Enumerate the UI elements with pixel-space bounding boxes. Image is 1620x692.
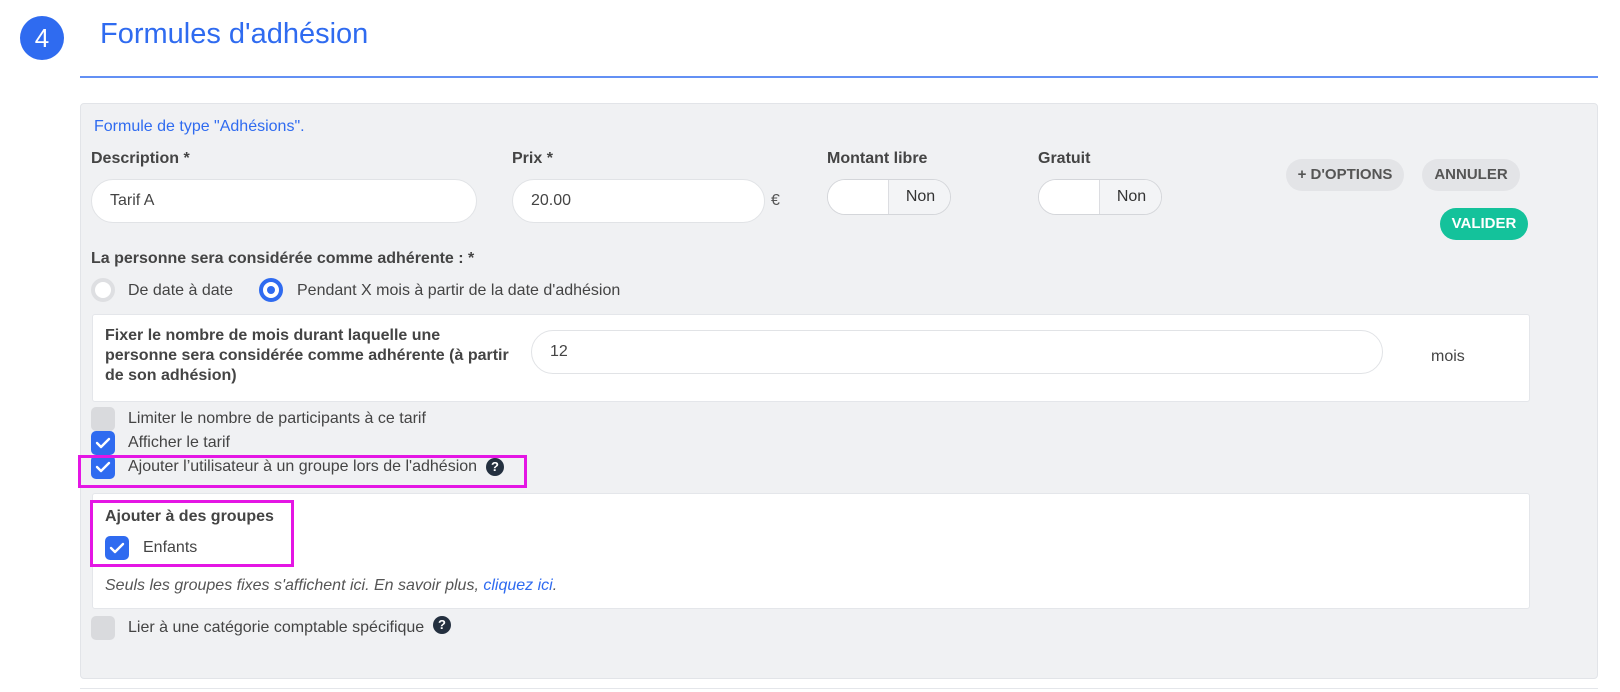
formula-type-text: Formule de type "Adhésions". bbox=[94, 118, 305, 135]
check-icon bbox=[95, 437, 111, 449]
months-label: Fixer le nombre de mois durant laquelle … bbox=[105, 327, 509, 384]
radio-date-to-date[interactable] bbox=[91, 278, 115, 302]
show-price-label[interactable]: Afficher le tarif bbox=[128, 434, 230, 452]
free-label: Gratuit bbox=[1038, 150, 1091, 167]
formula-panel: Formule de type "Adhésions". Description… bbox=[80, 103, 1598, 679]
free-amount-state: Non bbox=[888, 180, 950, 214]
groups-hint-text: Seuls les groupes fixes s'affichent ici.… bbox=[105, 577, 484, 594]
free-state: Non bbox=[1099, 180, 1161, 214]
cancel-button[interactable]: ANNULER bbox=[1422, 159, 1520, 191]
price-input[interactable]: 20.00 bbox=[512, 179, 765, 223]
description-input[interactable]: Tarif A bbox=[91, 179, 477, 223]
months-box: Fixer le nombre de mois durant laquelle … bbox=[92, 314, 1530, 402]
accounting-category-label[interactable]: Lier à une catégorie comptable spécifiqu… bbox=[128, 619, 424, 637]
step-number-badge: 4 bbox=[20, 16, 64, 60]
free-toggle[interactable]: Non bbox=[1038, 179, 1162, 215]
radio-date-to-date-label[interactable]: De date à date bbox=[128, 282, 233, 300]
description-label: Description * bbox=[91, 150, 190, 167]
free-amount-toggle[interactable]: Non bbox=[827, 179, 951, 215]
membership-mode-label: La personne sera considérée comme adhére… bbox=[91, 250, 475, 267]
title-divider bbox=[80, 76, 1598, 78]
radio-x-months-label[interactable]: Pendant X mois à partir de la date d'adh… bbox=[297, 282, 620, 300]
groups-box: Ajouter à des groupes Enfants Seuls les … bbox=[92, 493, 1530, 609]
show-price-checkbox[interactable] bbox=[91, 431, 115, 455]
validate-button[interactable]: VALIDER bbox=[1440, 208, 1528, 240]
months-input[interactable]: 12 bbox=[531, 330, 1383, 374]
free-amount-label: Montant libre bbox=[827, 150, 928, 167]
groups-hint: Seuls les groupes fixes s'affichent ici.… bbox=[105, 577, 557, 595]
highlight-frame-add-to-group bbox=[78, 455, 527, 488]
toggle-knob bbox=[1039, 180, 1099, 214]
bottom-divider bbox=[80, 688, 1598, 689]
more-options-button[interactable]: + D'OPTIONS bbox=[1286, 159, 1404, 191]
price-label: Prix * bbox=[512, 150, 553, 167]
limit-participants-checkbox[interactable] bbox=[91, 407, 115, 431]
months-unit: mois bbox=[1431, 348, 1465, 365]
accounting-category-checkbox[interactable] bbox=[91, 616, 115, 640]
highlight-frame-groups bbox=[90, 500, 294, 567]
question-circle-icon[interactable]: ? bbox=[433, 616, 451, 634]
toggle-knob bbox=[828, 180, 888, 214]
groups-hint-end: . bbox=[552, 577, 558, 594]
currency-symbol: € bbox=[771, 192, 780, 209]
limit-participants-label[interactable]: Limiter le nombre de participants à ce t… bbox=[128, 410, 426, 428]
section-title: Formules d'adhésion bbox=[100, 18, 369, 50]
groups-hint-link[interactable]: cliquez ici bbox=[483, 577, 552, 594]
radio-x-months[interactable] bbox=[259, 278, 283, 302]
